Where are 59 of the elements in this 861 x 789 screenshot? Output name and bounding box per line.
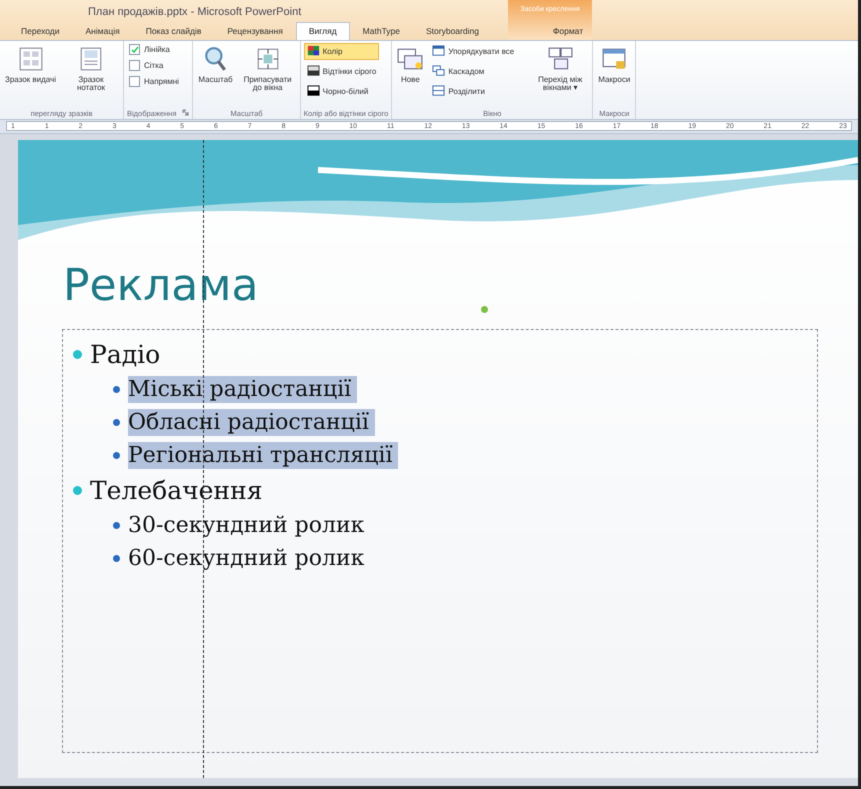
checkbox-label: Сітка	[144, 61, 164, 70]
checkbox[interactable]	[129, 44, 140, 55]
checkbox[interactable]	[129, 60, 140, 71]
ribbon-button[interactable]: Зразок нотаток	[62, 43, 120, 96]
ribbon-tab[interactable]: Рецензування	[214, 22, 296, 40]
checkbox[interactable]	[129, 76, 140, 87]
macro-icon	[601, 46, 628, 72]
ribbon-tab[interactable]: Вигляд	[296, 22, 350, 40]
slide-title: Реклама	[63, 260, 258, 311]
ribbon-button[interactable]: Відтінки сірого	[304, 63, 380, 80]
split-window-icon	[432, 85, 446, 98]
rotate-handle[interactable]	[481, 306, 488, 313]
new-window-icon	[397, 46, 424, 72]
ribbon-tab[interactable]: Storyboarding	[413, 22, 492, 40]
ribbon-button[interactable]: Перехід між вікнами ▾	[531, 43, 590, 96]
bullet-text: Регіональні трансляції	[128, 442, 398, 469]
ribbon-tab[interactable]: Анімація	[72, 22, 133, 40]
bullet-dot	[113, 419, 120, 426]
bullet-dot	[73, 486, 82, 495]
notes-page-icon	[78, 46, 104, 72]
ribbon-button[interactable]: Розділити	[429, 83, 518, 100]
contrast-swatch-icon	[306, 85, 320, 98]
ribbon-button[interactable]: Зразок видачі	[3, 43, 58, 88]
ribbon-button[interactable]: Каскадом	[429, 63, 518, 80]
ribbon-tab[interactable]: MathType	[350, 22, 413, 40]
bullet-dot	[113, 452, 120, 459]
ribbon-button[interactable]: Припасувати до вікна	[238, 43, 297, 96]
ribbon-tab[interactable]: Переходи	[8, 22, 73, 40]
ribbon-tab[interactable]: Формат	[540, 22, 596, 40]
palette-swatch-icon	[306, 45, 320, 58]
fit-window-icon	[254, 46, 281, 72]
slide-grid-icon	[18, 46, 44, 72]
arrange-windows-icon	[432, 45, 446, 58]
ribbon-button[interactable]: Макроси	[596, 43, 632, 88]
bullet-text: Обласні радіостанції	[128, 409, 375, 436]
bullet-dot	[113, 555, 120, 562]
bullet-dot	[73, 350, 82, 359]
guide-line[interactable]	[203, 140, 204, 778]
ribbon-button[interactable]: Колір	[304, 43, 380, 60]
dialog-launcher-icon[interactable]	[182, 109, 190, 118]
bullet-dot	[113, 522, 120, 529]
bullet-dot	[113, 386, 120, 393]
ribbon-button[interactable]: Нове	[395, 43, 426, 88]
bullet-text: Телебачення	[90, 475, 264, 506]
magnifier-icon	[202, 46, 228, 72]
bullet-text: 30-секундний ролик	[128, 512, 366, 539]
window-title: План продажів.pptx - Microsoft PowerPoint	[88, 6, 302, 18]
checkbox-label: Лінійка	[144, 45, 170, 54]
bullet-text: Міські радіостанції	[128, 376, 358, 403]
bullet-text: 60-секундний ролик	[128, 545, 366, 572]
ribbon-button[interactable]: Упорядкувати все	[429, 43, 518, 60]
cascade-windows-icon	[432, 65, 446, 78]
ribbon-button[interactable]: Чорно-білий	[304, 83, 380, 100]
shaded-swatch-icon	[306, 65, 320, 78]
switch-windows-icon	[547, 46, 574, 72]
ribbon-button[interactable]: Масштаб	[196, 43, 235, 88]
checkbox-label: Напрямні	[144, 77, 179, 86]
ribbon-tab[interactable]: Показ слайдів	[132, 22, 214, 40]
bullet-text: Радіо	[90, 339, 162, 370]
